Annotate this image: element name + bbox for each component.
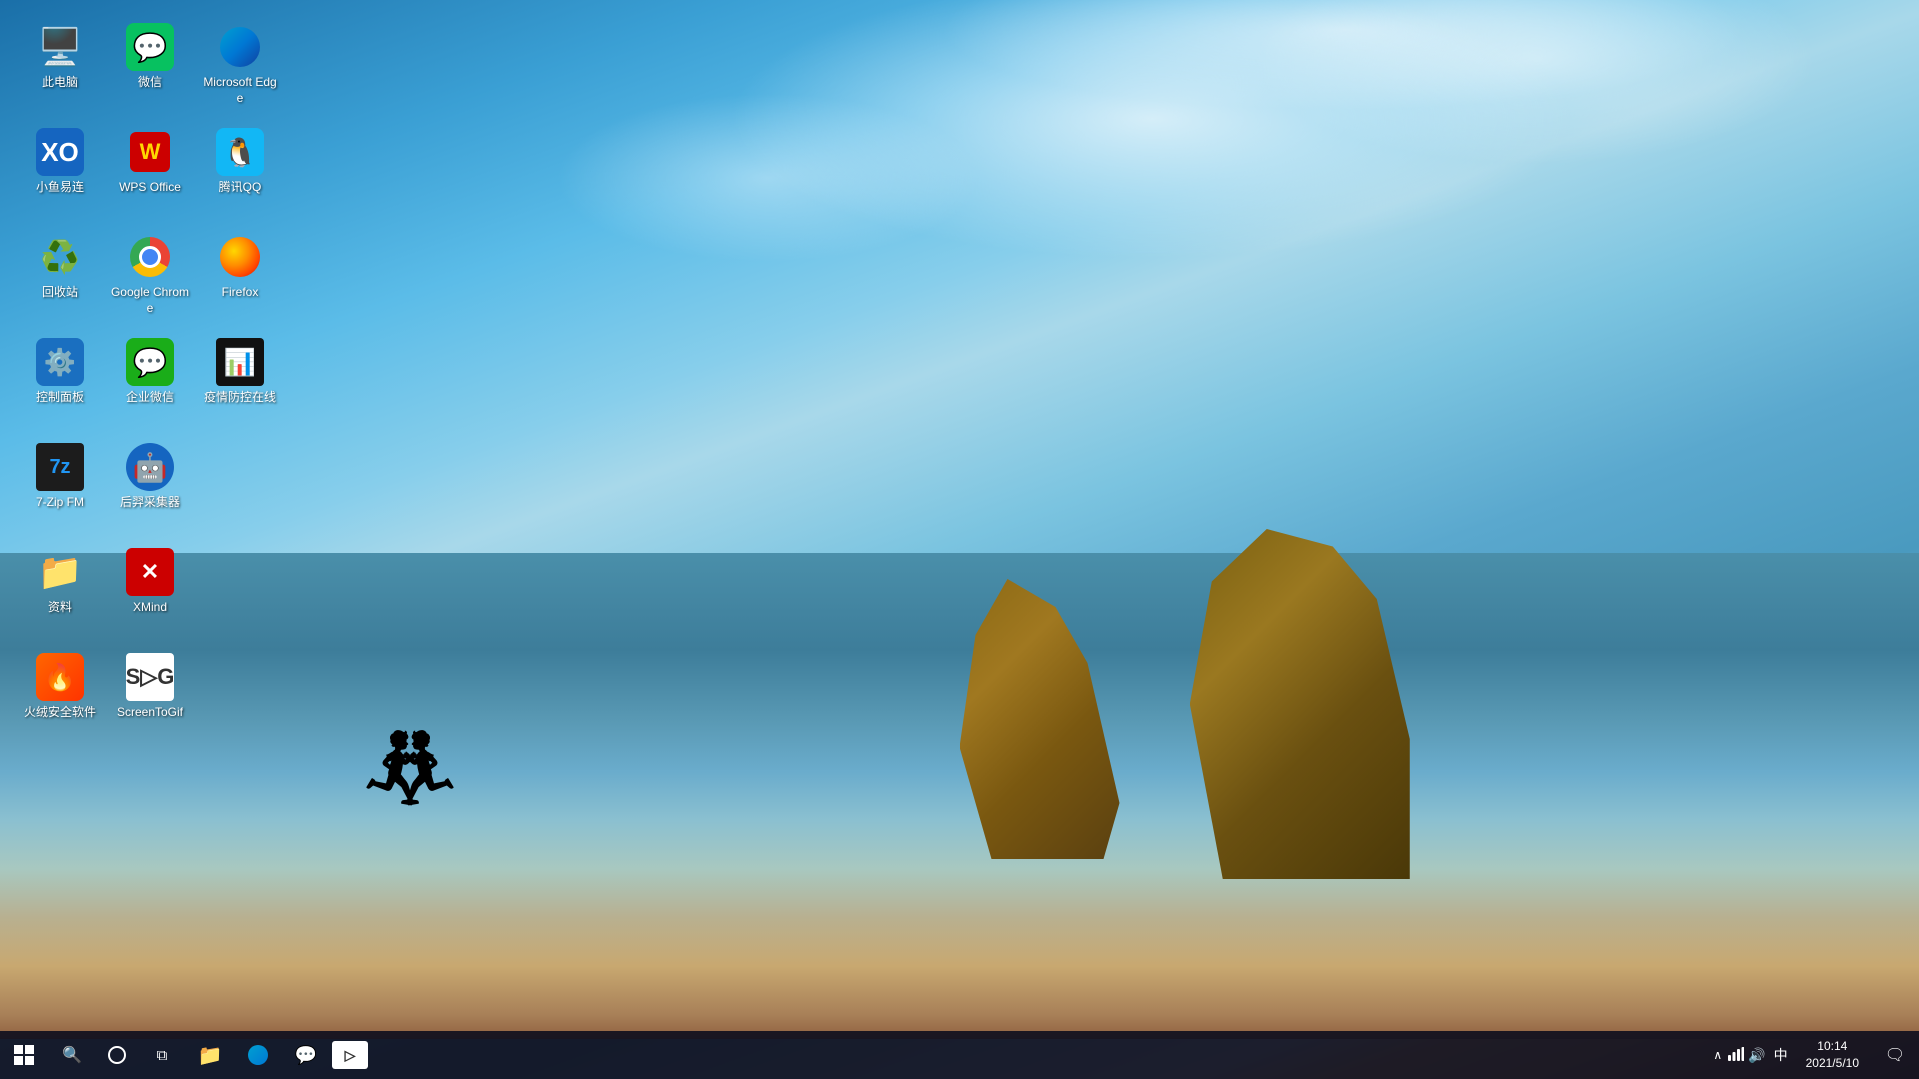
desktop-icon-recycle[interactable]: ♻️ 回收站 bbox=[15, 225, 105, 325]
desktop-icon-xmind[interactable]: ✕ XMind bbox=[105, 540, 195, 640]
qq-icon: 🐧 bbox=[216, 128, 264, 176]
controlpanel-icon: ⚙️ bbox=[36, 338, 84, 386]
desktop-icon-corpwechat[interactable]: 💬 企业微信 bbox=[105, 330, 195, 430]
recycle-icon: ♻️ bbox=[36, 233, 84, 281]
windows-logo bbox=[14, 1045, 34, 1065]
start-button[interactable] bbox=[0, 1031, 48, 1079]
tray-language-indicator[interactable]: 中 bbox=[1768, 1045, 1794, 1065]
chrome-label: Google Chrome bbox=[110, 285, 190, 316]
wps-icon-graphic: W bbox=[130, 132, 170, 172]
taskbar-screentogif-button[interactable]: ▷ bbox=[332, 1041, 368, 1069]
desktop-icon-easylink[interactable]: XO 小鱼易连 bbox=[15, 120, 105, 220]
corpwechat-label: 企业微信 bbox=[126, 390, 174, 406]
desktop-icon-controlpanel[interactable]: ⚙️ 控制面板 bbox=[15, 330, 105, 430]
screentogif-label: ScreenToGif bbox=[117, 705, 183, 721]
taskbar-cortana-button[interactable] bbox=[96, 1031, 138, 1079]
tray-volume-icon[interactable]: 🔊 bbox=[1746, 1045, 1767, 1066]
pc-icon: 🖥️ bbox=[36, 23, 84, 71]
firefox-icon-graphic bbox=[220, 237, 260, 277]
taskbar-explorer-button[interactable]: 📁 bbox=[186, 1031, 234, 1079]
desktop-icon-chrome[interactable]: Google Chrome bbox=[105, 225, 195, 325]
desktop-icon-pc[interactable]: 🖥️ 此电脑 bbox=[15, 15, 105, 115]
easylink-icon: XO bbox=[36, 128, 84, 176]
desktop-icon-firewall[interactable]: 🔥 火绒安全软件 bbox=[15, 645, 105, 745]
taskbar-search-button[interactable]: 🔍 bbox=[48, 1031, 96, 1079]
desktop: 🏃 🖥️ 此电脑 💬 微信 Microsoft Edge XO 小鱼易连 bbox=[0, 0, 1919, 1079]
desktop-icon-wps[interactable]: W WPS Office bbox=[105, 120, 195, 220]
desktop-icon-jiqun[interactable]: 🤖 后羿采集器 bbox=[105, 435, 195, 535]
wechat-icon: 💬 bbox=[126, 23, 174, 71]
logo-tr bbox=[25, 1045, 34, 1054]
chrome-icon-graphic bbox=[130, 237, 170, 277]
logo-bl bbox=[14, 1056, 23, 1065]
firewall-label: 火绒安全软件 bbox=[24, 705, 96, 721]
tray-network-icon[interactable] bbox=[1726, 1045, 1746, 1066]
notification-icon: 🗨 bbox=[1885, 1045, 1905, 1065]
desktop-icon-screentogif[interactable]: S▷G ScreenToGif bbox=[105, 645, 195, 745]
7zip-label: 7-Zip FM bbox=[36, 495, 84, 511]
edge-label: Microsoft Edge bbox=[200, 75, 280, 106]
desktop-icon-firefox[interactable]: Firefox bbox=[195, 225, 285, 325]
clock-date: 2021/5/10 bbox=[1806, 1055, 1859, 1072]
desktop-icon-7zip[interactable]: 7z 7-Zip FM bbox=[15, 435, 105, 535]
logo-tl bbox=[14, 1045, 23, 1054]
wechat-label: 微信 bbox=[138, 75, 162, 91]
edge-icon bbox=[216, 23, 264, 71]
rock-left bbox=[960, 579, 1120, 859]
qq-label: 腾讯QQ bbox=[219, 180, 262, 196]
taskbar-taskview-button[interactable]: ⧉ bbox=[138, 1031, 186, 1079]
folder-label: 资料 bbox=[48, 600, 72, 616]
chrome-icon bbox=[126, 233, 174, 281]
firefox-label: Firefox bbox=[222, 285, 259, 301]
desktop-icon-yiqing[interactable]: 📊 疫情防控在线 bbox=[195, 330, 285, 430]
taskbar-edge-button[interactable] bbox=[234, 1031, 282, 1079]
recycle-icon-graphic: ♻️ bbox=[40, 237, 80, 277]
jiqun-icon: 🤖 bbox=[126, 443, 174, 491]
runner-silhouette: 🏃 bbox=[380, 729, 440, 849]
edge-icon-graphic bbox=[220, 27, 260, 67]
taskbar-clock[interactable]: 10:14 2021/5/10 bbox=[1794, 1038, 1871, 1072]
controlpanel-label: 控制面板 bbox=[36, 390, 84, 406]
taskbar-right: ∧ 🔊 中 10:14 2021/5/10 🗨 bbox=[1709, 1031, 1919, 1079]
jiqun-label: 后羿采集器 bbox=[120, 495, 180, 511]
desktop-icon-edge[interactable]: Microsoft Edge bbox=[195, 15, 285, 115]
desktop-icon-folder[interactable]: 📁 资料 bbox=[15, 540, 105, 640]
firefox-icon bbox=[216, 233, 264, 281]
yiqing-label: 疫情防控在线 bbox=[204, 390, 276, 406]
desktop-icon-wechat[interactable]: 💬 微信 bbox=[105, 15, 195, 115]
desktop-icon-qq[interactable]: 🐧 腾讯QQ bbox=[195, 120, 285, 220]
wps-icon: W bbox=[126, 128, 174, 176]
wps-label: WPS Office bbox=[119, 180, 181, 196]
screentogif-icon: S▷G bbox=[126, 653, 174, 701]
rock-right bbox=[1190, 529, 1410, 879]
logo-br bbox=[25, 1056, 34, 1065]
corpwechat-icon: 💬 bbox=[126, 338, 174, 386]
recycle-label: 回收站 bbox=[42, 285, 78, 301]
easylink-label: 小鱼易连 bbox=[36, 180, 84, 196]
notification-button[interactable]: 🗨 bbox=[1871, 1031, 1919, 1079]
yiqing-icon: 📊 bbox=[216, 338, 264, 386]
folder-icon: 📁 bbox=[36, 548, 84, 596]
desktop-icons-grid: 🖥️ 此电脑 💬 微信 Microsoft Edge XO 小鱼易连 W WPS… bbox=[10, 10, 290, 860]
taskbar: 🔍 ⧉ 📁 💬 ▷ ∧ bbox=[0, 1031, 1919, 1079]
xmind-label: XMind bbox=[133, 600, 167, 616]
taskbar-chat-button[interactable]: 💬 bbox=[282, 1031, 330, 1079]
clock-time: 10:14 bbox=[1817, 1038, 1847, 1055]
tray-chevron-button[interactable]: ∧ bbox=[1709, 1048, 1726, 1062]
xmind-icon: ✕ bbox=[126, 548, 174, 596]
7zip-icon: 7z bbox=[36, 443, 84, 491]
pc-label: 此电脑 bbox=[42, 75, 78, 91]
firewall-icon: 🔥 bbox=[36, 653, 84, 701]
